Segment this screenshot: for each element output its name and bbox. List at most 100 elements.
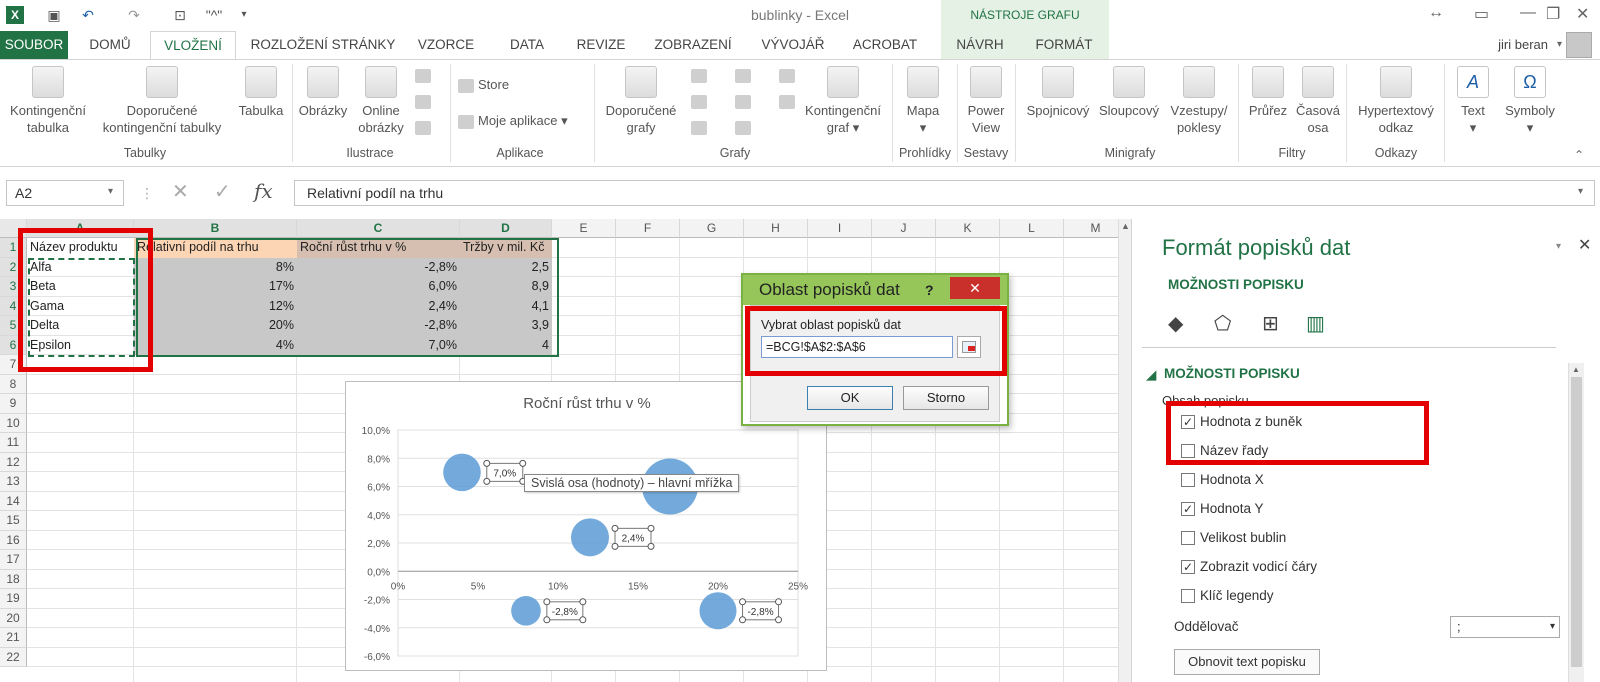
row-header[interactable]: 16 — [0, 530, 27, 550]
checkbox[interactable] — [1181, 473, 1195, 487]
online-pictures-button[interactable]: Online obrázky — [354, 66, 408, 136]
row-header[interactable]: 9 — [0, 394, 27, 414]
help-icon[interactable]: ? — [925, 275, 934, 305]
insert-function-icon[interactable]: fx — [254, 179, 273, 203]
reset-label-text-button[interactable]: Obnovit text popisku — [1174, 649, 1320, 675]
pivot-chart-button[interactable]: Kontingenční graf ▾ — [800, 66, 886, 136]
ribbon-display-icon[interactable]: ▭ — [1474, 4, 1489, 24]
label-options-header[interactable]: MOŽNOSTI POPISKU — [1168, 277, 1304, 292]
area-chart-button[interactable] — [730, 92, 760, 109]
label-option-row[interactable]: ✓ Hodnota Y — [1181, 500, 1264, 520]
size-properties-icon[interactable]: ⊞ — [1262, 311, 1279, 336]
sheet-vertical-scrollbar[interactable]: ▲ — [1118, 219, 1131, 682]
close-icon[interactable]: ✕ — [1576, 4, 1589, 24]
avatar[interactable] — [1566, 32, 1592, 58]
pie-chart-button[interactable] — [686, 118, 716, 135]
hyperlink-button[interactable]: Hypertextový odkaz — [1350, 66, 1442, 136]
effects-icon[interactable]: ⬠ — [1214, 311, 1231, 336]
pane-scroll-up-icon[interactable]: ▲ — [1572, 365, 1580, 374]
label-options-section[interactable]: MOŽNOSTI POPISKU — [1164, 366, 1300, 381]
smartart-button[interactable] — [410, 92, 440, 109]
column-chart-button[interactable] — [686, 66, 716, 83]
row-header[interactable]: 18 — [0, 569, 27, 589]
label-option-row[interactable]: ✓ Zobrazit vodicí čáry — [1181, 558, 1317, 578]
tab-file[interactable]: SOUBOR — [0, 31, 68, 59]
text-button[interactable]: A Text ▾ — [1450, 66, 1496, 136]
row-header[interactable]: 14 — [0, 491, 27, 511]
row-header[interactable]: 22 — [0, 647, 27, 667]
column-header[interactable]: D — [460, 219, 552, 238]
column-header[interactable]: J — [872, 219, 936, 238]
bar-chart-button[interactable] — [730, 66, 760, 83]
resize-icon[interactable]: ↔ — [1428, 4, 1444, 22]
row-header[interactable]: 10 — [0, 413, 27, 433]
column-header[interactable]: G — [680, 219, 744, 238]
map-button[interactable]: Mapa ▾ — [896, 66, 950, 136]
column-header[interactable]: C — [297, 219, 460, 238]
tab-data[interactable]: DATA — [500, 31, 554, 59]
label-option-row[interactable]: Klíč legendy — [1181, 587, 1274, 607]
row-header[interactable]: 21 — [0, 628, 27, 648]
collapse-ribbon-icon[interactable]: ⌃ — [1574, 148, 1584, 162]
section-expand-icon[interactable]: ◢ — [1146, 367, 1156, 383]
column-header[interactable]: K — [936, 219, 1000, 238]
scatter-chart-button[interactable] — [730, 118, 760, 135]
power-view-button[interactable]: Power View — [960, 66, 1012, 136]
column-header[interactable]: F — [616, 219, 680, 238]
cancel-button[interactable]: Storno — [903, 386, 989, 410]
row-header[interactable]: 17 — [0, 550, 27, 570]
table-button[interactable]: Tabulka — [232, 66, 290, 119]
tab-home[interactable]: DOMŮ — [80, 31, 140, 59]
row-header[interactable]: 15 — [0, 511, 27, 531]
row-header[interactable]: 20 — [0, 608, 27, 628]
label-options-icon[interactable]: ▥ — [1306, 311, 1325, 336]
line-chart-button[interactable] — [686, 92, 716, 109]
pane-scroll-thumb[interactable] — [1571, 377, 1582, 667]
column-header[interactable]: M — [1064, 219, 1118, 238]
pane-options-chevron-icon[interactable]: ▾ — [1556, 241, 1561, 252]
minimize-icon[interactable]: — — [1520, 4, 1536, 22]
expand-formula-icon[interactable]: ▾ — [1578, 186, 1583, 197]
cancel-icon[interactable]: ✕ — [172, 179, 189, 204]
checkbox[interactable]: ✓ — [1181, 502, 1195, 516]
row-header[interactable]: 13 — [0, 472, 27, 492]
row-header[interactable]: 12 — [0, 452, 27, 472]
recommended-pivot-button[interactable]: Doporučené kontingenční tabulky — [94, 66, 230, 136]
tab-acrobat[interactable]: ACROBAT — [846, 31, 924, 59]
store-button[interactable]: Store — [458, 76, 509, 93]
column-header[interactable]: B — [134, 219, 297, 238]
label-option-row[interactable]: Velikost bublin — [1181, 529, 1286, 549]
separator-select[interactable]: ; ▾ — [1450, 616, 1560, 638]
recommended-charts-button[interactable]: Doporučené grafy — [598, 66, 684, 136]
ok-button[interactable]: OK — [807, 386, 893, 410]
sparkline-line-button[interactable]: Spojnicový — [1022, 66, 1094, 119]
tab-view[interactable]: ZOBRAZENÍ — [646, 31, 740, 59]
tab-insert[interactable]: VLOŽENÍ — [150, 31, 236, 60]
pictures-button[interactable]: Obrázky — [294, 66, 352, 119]
tab-review[interactable]: REVIZE — [570, 31, 632, 59]
user-chevron-icon[interactable]: ▾ — [1557, 39, 1562, 50]
checkbox[interactable] — [1181, 589, 1195, 603]
sparkline-column-button[interactable]: Sloupcový — [1096, 66, 1162, 119]
pane-close-icon[interactable]: ✕ — [1578, 235, 1591, 255]
column-header[interactable]: L — [1000, 219, 1064, 238]
checkbox[interactable]: ✓ — [1181, 560, 1195, 574]
dialog-close-button[interactable]: ✕ — [950, 277, 1000, 299]
column-header[interactable]: E — [552, 219, 616, 238]
screenshot-button[interactable] — [410, 118, 440, 135]
pivot-table-button[interactable]: Kontingenční tabulka — [4, 66, 92, 136]
sparkline-winloss-button[interactable]: Vzestupy/ poklesy — [1164, 66, 1234, 136]
tab-formulas[interactable]: VZORCE — [410, 31, 482, 59]
label-option-row[interactable]: Hodnota X — [1181, 471, 1264, 491]
tab-developer[interactable]: VÝVOJÁŘ — [756, 31, 830, 59]
slicer-button[interactable]: Průřez — [1242, 66, 1294, 119]
user-name[interactable]: jiri beran — [1498, 37, 1548, 52]
column-header[interactable]: I — [808, 219, 872, 238]
row-header[interactable]: 19 — [0, 589, 27, 609]
column-header[interactable]: H — [744, 219, 808, 238]
tab-design[interactable]: NÁVRH — [941, 31, 1019, 59]
symbols-button[interactable]: Ω Symboly ▾ — [1500, 66, 1560, 136]
timeline-button[interactable]: Časová osa — [1294, 66, 1342, 136]
name-box-chevron-icon[interactable]: ▾ — [108, 186, 113, 197]
row-header[interactable]: 11 — [0, 433, 27, 453]
